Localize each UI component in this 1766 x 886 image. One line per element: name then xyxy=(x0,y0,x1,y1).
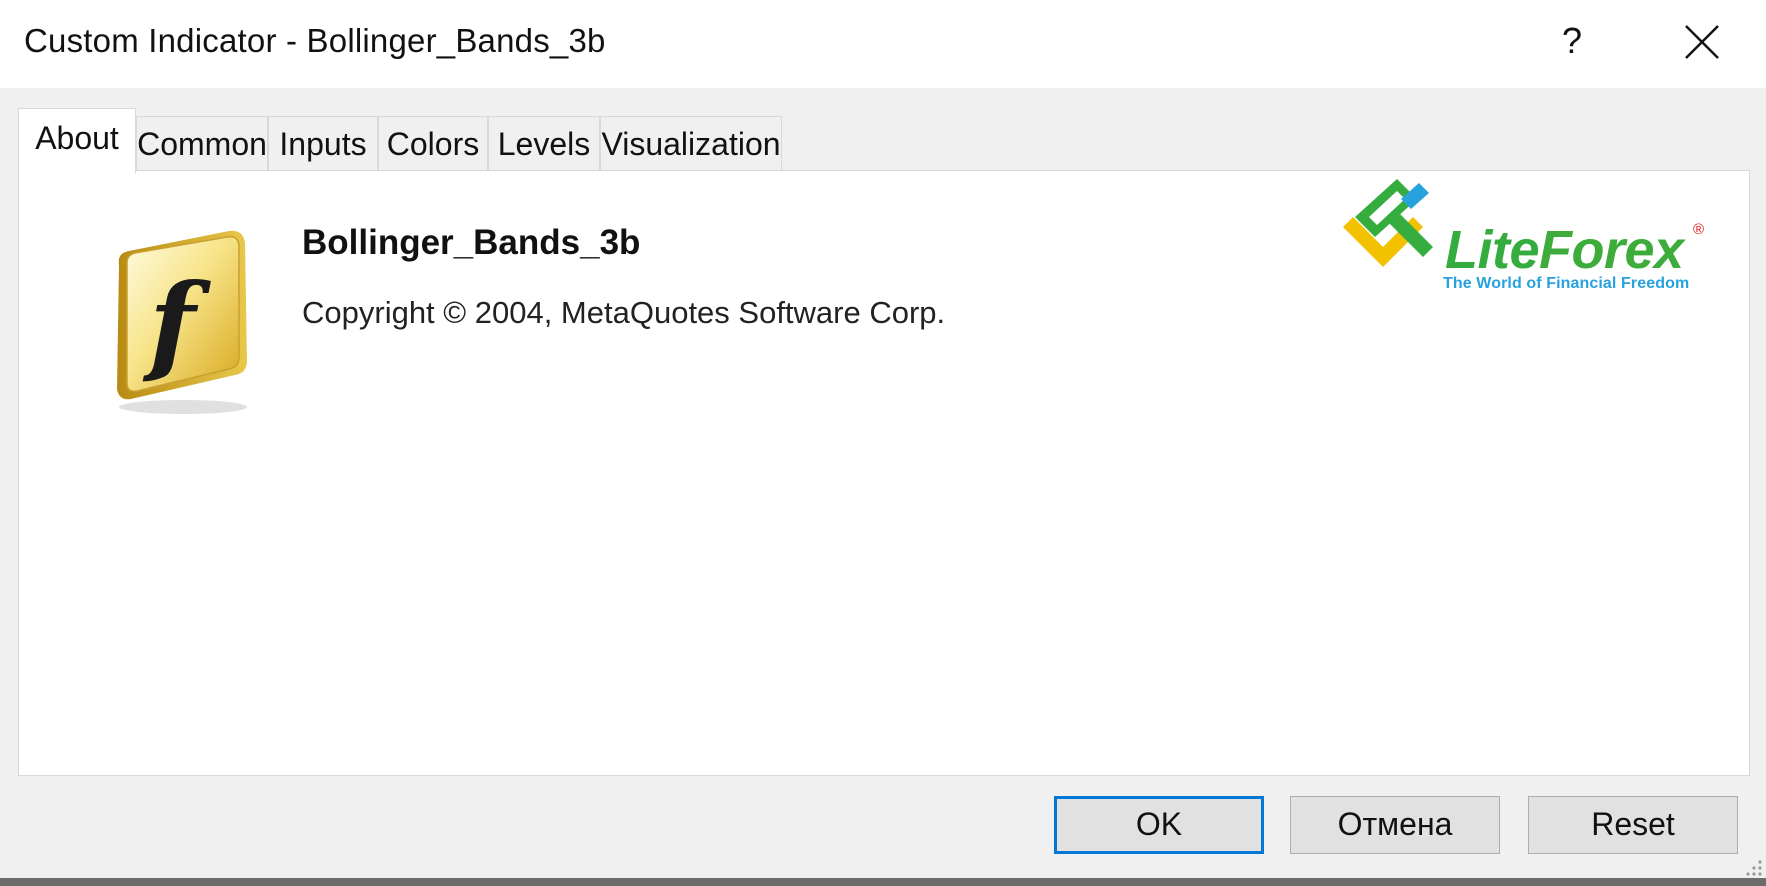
reset-button[interactable]: Reset xyxy=(1528,796,1738,854)
tab-visualization[interactable]: Visualization xyxy=(600,116,782,172)
tab-about[interactable]: About xyxy=(18,108,136,174)
tab-colors[interactable]: Colors xyxy=(378,116,488,172)
logo-wordmark: LiteForex xyxy=(1445,220,1684,280)
liteforex-mark-icon xyxy=(1343,179,1433,267)
indicator-name: Bollinger_Bands_3b xyxy=(302,223,641,262)
liteforex-logo: LiteForex ® The World of Financial Freed… xyxy=(1339,177,1719,307)
cancel-button[interactable]: Отмена xyxy=(1290,796,1500,854)
help-button[interactable]: ? xyxy=(1552,16,1592,66)
ok-button[interactable]: OK xyxy=(1054,796,1264,854)
resize-grip-icon[interactable] xyxy=(1744,846,1764,882)
close-button[interactable] xyxy=(1680,20,1724,64)
window-title: Custom Indicator - Bollinger_Bands_3b xyxy=(24,22,606,59)
tab-strip: About Common Inputs Colors Levels Visual… xyxy=(18,108,918,174)
logo-tagline: The World of Financial Freedom xyxy=(1443,275,1690,292)
about-panel: f Bollinger_Bands_3b Copyright © 2004, M… xyxy=(18,170,1750,776)
copyright-text: Copyright © 2004, MetaQuotes Software Co… xyxy=(302,295,946,330)
tab-inputs[interactable]: Inputs xyxy=(268,116,378,172)
registered-mark: ® xyxy=(1693,221,1705,238)
window-bottom-edge xyxy=(0,878,1766,886)
function-f-icon: f xyxy=(97,221,257,431)
title-bar: Custom Indicator - Bollinger_Bands_3b ? xyxy=(0,0,1766,88)
close-icon xyxy=(1685,25,1719,59)
tab-levels[interactable]: Levels xyxy=(488,116,600,172)
tab-common[interactable]: Common xyxy=(136,116,268,172)
